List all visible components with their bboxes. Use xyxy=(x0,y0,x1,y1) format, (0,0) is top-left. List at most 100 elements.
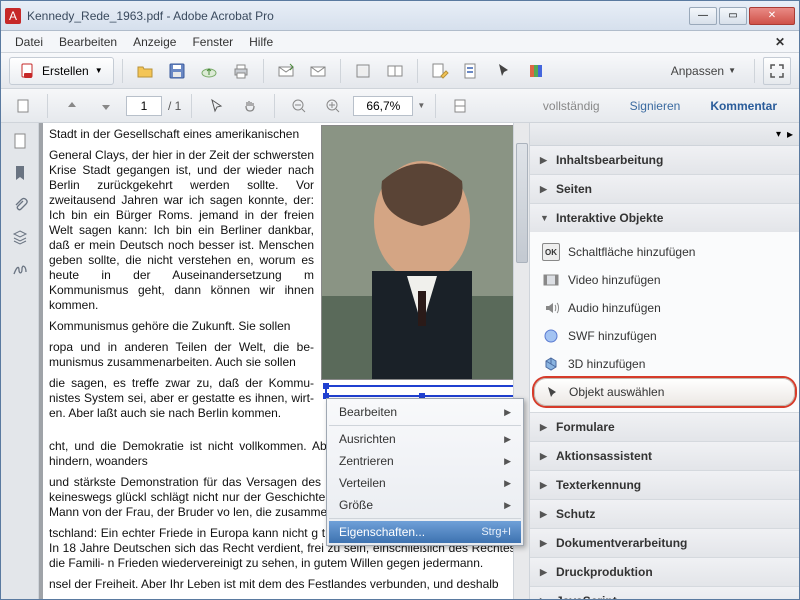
open-button[interactable] xyxy=(131,57,159,85)
signatures-panel-button[interactable] xyxy=(8,257,32,281)
panel-aktionsassistent[interactable]: ▶Aktionsassistent xyxy=(530,442,799,470)
panel-interaktive-objekte[interactable]: ▼Interaktive Objekte xyxy=(530,204,799,232)
chevron-right-icon: ▶ xyxy=(540,596,550,599)
menu-anzeige[interactable]: Anzeige xyxy=(125,33,184,51)
panel-collapse-icon[interactable]: ▸ xyxy=(787,127,793,141)
scan-button[interactable] xyxy=(349,57,377,85)
ctx-label: Ausrichten xyxy=(339,432,396,446)
select-tool-button[interactable] xyxy=(490,57,518,85)
fullscreen-button[interactable] xyxy=(763,57,791,85)
tab-vollstaendig[interactable]: vollständig xyxy=(529,91,614,121)
ctx-zentrieren[interactable]: Zentrieren▶ xyxy=(329,450,521,472)
save-button[interactable] xyxy=(163,57,191,85)
ctx-label: Bearbeiten xyxy=(339,405,397,419)
menu-datei[interactable]: Datei xyxy=(7,33,51,51)
menu-bearbeiten[interactable]: Bearbeiten xyxy=(51,33,125,51)
thumbnail-panel-button[interactable] xyxy=(8,129,32,153)
tool-add-audio[interactable]: Audio hinzufügen xyxy=(534,294,795,322)
create-button[interactable]: Erstellen ▼ xyxy=(9,57,114,85)
submenu-arrow-icon: ▶ xyxy=(504,500,511,511)
tools-panel: ▾ ▸ ▶Inhaltsbearbeitung ▶Seiten ▼Interak… xyxy=(529,123,799,599)
zoom-out-button[interactable] xyxy=(285,92,313,120)
cloud-button[interactable] xyxy=(195,57,223,85)
doc-text: General Clays, der hier in der Zeit der … xyxy=(49,148,314,313)
select-mode-button[interactable] xyxy=(202,92,230,120)
tab-signieren[interactable]: Signieren xyxy=(616,91,695,121)
customize-label: Anpassen xyxy=(671,64,724,78)
panel-inhaltsbearbeitung[interactable]: ▶Inhaltsbearbeitung xyxy=(530,146,799,174)
submenu-arrow-icon: ▶ xyxy=(504,456,511,467)
panel-seiten[interactable]: ▶Seiten xyxy=(530,175,799,203)
panel-label: Formulare xyxy=(556,420,615,434)
envelope-icon xyxy=(309,62,327,80)
tool-add-3d[interactable]: 3D hinzufügen xyxy=(534,350,795,378)
scrollbar-thumb[interactable] xyxy=(516,143,528,263)
panel-texterkennung[interactable]: ▶Texterkennung xyxy=(530,471,799,499)
chevron-right-icon: ▶ xyxy=(540,422,550,433)
panel-schutz[interactable]: ▶Schutz xyxy=(530,500,799,528)
dropdown-arrow-icon: ▼ xyxy=(95,66,103,75)
ctx-shortcut: Strg+I xyxy=(481,526,511,538)
main-toolbar: Erstellen ▼ Anpassen ▼ xyxy=(1,53,799,89)
scan-icon xyxy=(354,62,372,80)
expand-icon xyxy=(770,64,784,78)
ctx-ausrichten[interactable]: Ausrichten ▶ xyxy=(329,428,521,450)
cursor-icon xyxy=(543,383,561,401)
edit-text-button[interactable] xyxy=(426,57,454,85)
prev-page-button[interactable] xyxy=(58,92,86,120)
menu-fenster[interactable]: Fenster xyxy=(184,33,241,51)
attachment-panel-button[interactable] xyxy=(8,193,32,217)
fit-icon xyxy=(452,98,468,114)
titlebar: A Kennedy_Rede_1963.pdf - Adobe Acrobat … xyxy=(1,1,799,31)
color-button[interactable] xyxy=(522,57,550,85)
tab-kommentar[interactable]: Kommentar xyxy=(696,91,791,121)
attach-button[interactable] xyxy=(272,57,300,85)
tool-select-object[interactable]: Objekt auswählen xyxy=(534,378,795,406)
tool-add-button[interactable]: OKSchaltfläche hinzufügen xyxy=(534,238,795,266)
email-button[interactable] xyxy=(304,57,332,85)
page-thumb-icon xyxy=(11,132,29,150)
combine-button[interactable] xyxy=(381,57,409,85)
print-button[interactable] xyxy=(227,57,255,85)
tool-add-video[interactable]: Video hinzufügen xyxy=(534,266,795,294)
thumbnails-button[interactable] xyxy=(9,92,37,120)
menubar-close-icon[interactable]: ✕ xyxy=(767,33,793,51)
panel-dokumentverarbeitung[interactable]: ▶Dokumentverarbeitung xyxy=(530,529,799,557)
ctx-bearbeiten[interactable]: Bearbeiten▶ xyxy=(329,401,521,423)
panel-label: JavaScript xyxy=(556,594,617,599)
forms-button[interactable] xyxy=(458,57,486,85)
submenu-arrow-icon: ▶ xyxy=(504,434,511,445)
doc-text: Stadt in der Gesellschaft eines amerikan… xyxy=(49,127,314,142)
panel-formulare[interactable]: ▶ Formulare xyxy=(530,413,799,441)
minimize-button[interactable]: — xyxy=(689,7,717,25)
tool-label: Audio hinzufügen xyxy=(568,301,661,315)
selected-object-frame[interactable] xyxy=(325,385,519,397)
customize-button[interactable]: Anpassen ▼ xyxy=(661,58,746,84)
hand-tool-button[interactable] xyxy=(236,92,264,120)
tool-add-swf[interactable]: SWF hinzufügen xyxy=(534,322,795,350)
tool-label: Objekt auswählen xyxy=(569,385,664,399)
close-button[interactable]: ✕ xyxy=(749,7,795,25)
dropdown-arrow-icon: ▼ xyxy=(728,66,736,75)
ctx-verteilen[interactable]: Verteilen▶ xyxy=(329,472,521,494)
next-page-button[interactable] xyxy=(92,92,120,120)
zoom-input[interactable] xyxy=(353,96,413,116)
panel-menu-icon[interactable]: ▾ xyxy=(776,129,781,140)
maximize-button[interactable]: ▭ xyxy=(719,7,747,25)
sign-icon xyxy=(11,260,29,278)
panel-javascript[interactable]: ▶ JavaScript xyxy=(530,587,799,599)
fit-button[interactable] xyxy=(446,92,474,120)
hand-icon xyxy=(242,98,258,114)
bookmark-panel-button[interactable] xyxy=(8,161,32,185)
ctx-groesse[interactable]: Größe▶ xyxy=(329,494,521,516)
menu-hilfe[interactable]: Hilfe xyxy=(241,33,281,51)
page-input[interactable] xyxy=(126,96,162,116)
ctx-eigenschaften[interactable]: Eigenschaften...Strg+I xyxy=(329,521,521,543)
cloud-icon xyxy=(200,62,218,80)
document-view[interactable]: Stadt in der Gesellschaft eines amerikan… xyxy=(39,123,529,599)
document-image xyxy=(321,125,521,380)
create-label: Erstellen xyxy=(42,64,89,78)
zoom-in-button[interactable] xyxy=(319,92,347,120)
panel-druckproduktion[interactable]: ▶Druckproduktion xyxy=(530,558,799,586)
layers-panel-button[interactable] xyxy=(8,225,32,249)
